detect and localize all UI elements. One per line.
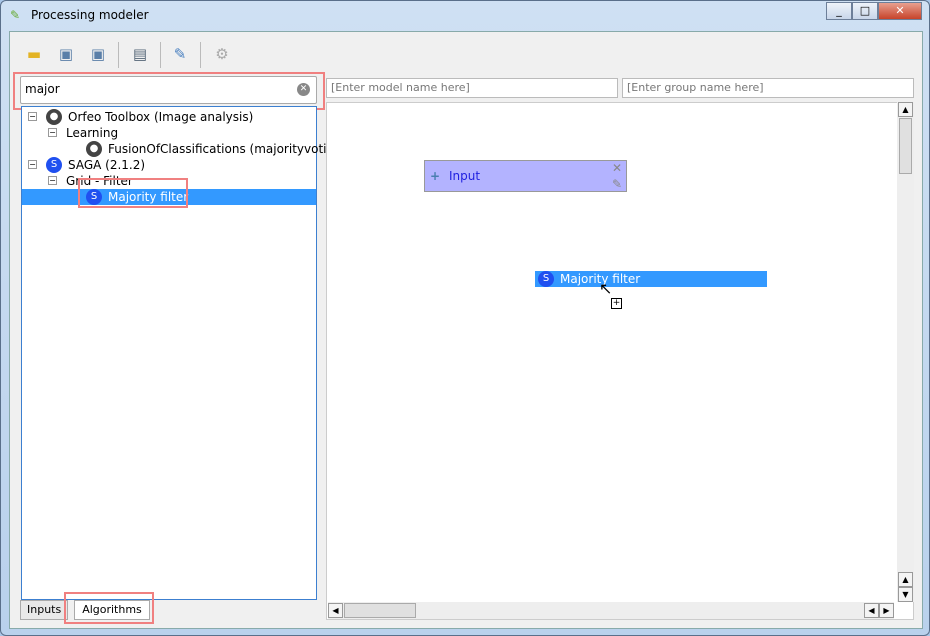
minimize-button[interactable]: _ [826,2,852,20]
tree-item[interactable]: − S SAGA (2.1.2) [22,157,316,173]
export-image-icon[interactable]: ▤ [128,42,152,66]
drop-add-icon: + [611,298,622,309]
model-canvas[interactable]: + Input ✕ ✎ S Majority filter ↖ + [326,102,914,620]
run-icon[interactable]: ⚙ [210,42,234,66]
tab-inputs[interactable]: Inputs [20,600,69,620]
vertical-scrollbar[interactable]: ▲ ▲ ▼ [897,102,914,602]
modeler-client: ▬ ▣ ▣ ▤ ✎ ⚙ major ✕ − ● Orfeo Toolbox (Imag… [9,31,923,629]
open-icon[interactable]: ▬ [22,42,46,66]
dragged-algorithm[interactable]: S Majority filter [535,271,767,287]
qgis-icon: ✎ [10,8,21,22]
cursor-icon: ↖ [599,279,613,298]
save-icon[interactable]: ▣ [54,42,78,66]
edit-icon[interactable]: ✎ [612,169,622,199]
saga-icon: S [46,157,62,173]
highlight-box [64,592,154,624]
highlight-box [13,72,325,110]
plus-icon: + [430,169,441,183]
input-node-label: Input [449,169,481,183]
saga-icon: S [538,271,554,287]
highlight-box [78,178,188,208]
input-node[interactable]: + Input ✕ ✎ [424,160,627,192]
otb-icon: ● [46,109,62,125]
otb-icon: ● [86,141,102,157]
tree-item[interactable]: ● FusionOfClassifications (majorityvoti..… [22,141,338,157]
model-name-input[interactable]: [Enter model name here] [326,78,618,98]
save-as-icon[interactable]: ▣ [86,42,110,66]
horizontal-scrollbar[interactable]: ◀ ◀ ▶ [328,602,894,619]
tree-item[interactable]: − Learning [22,125,316,141]
edit-help-icon[interactable]: ✎ [168,42,192,66]
window-title: Processing modeler [31,8,149,22]
window: ✎ Processing modeler _ □ ✕ ▬ ▣ ▣ ▤ ✎ ⚙ maj… [0,0,930,636]
group-name-input[interactable]: [Enter group name here] [622,78,914,98]
tree-item[interactable]: − ● Orfeo Toolbox (Image analysis) [22,109,316,125]
maximize-button[interactable]: □ [852,2,878,20]
close-button[interactable]: ✕ [878,2,922,20]
